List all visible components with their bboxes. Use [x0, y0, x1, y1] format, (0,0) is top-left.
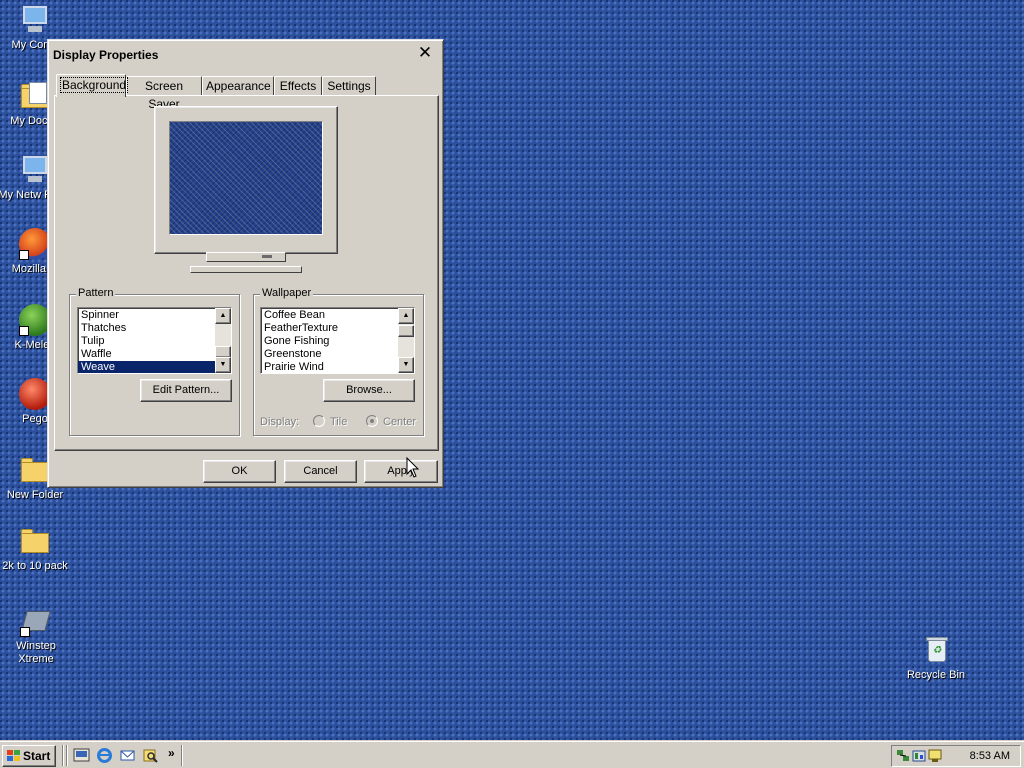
ok-button[interactable]: OK: [203, 460, 276, 483]
center-radio[interactable]: [366, 415, 378, 427]
list-item[interactable]: Gone Fishing: [261, 335, 414, 348]
tab-appearance[interactable]: Appearance: [202, 76, 274, 96]
taskbar: Start » 8:53 AM: [0, 740, 1024, 768]
browse-button[interactable]: Browse...: [323, 379, 415, 402]
taskbar-separator: [181, 745, 183, 766]
quick-launch-more-icon[interactable]: »: [168, 746, 175, 760]
tile-option-label: Tile: [330, 416, 348, 428]
desktop-icon-label: Winstep Xtreme: [16, 640, 56, 665]
shortcut-arrow-icon: ↗: [19, 326, 29, 336]
taskbar-separator: [62, 745, 64, 766]
list-item[interactable]: Tulip: [78, 335, 231, 348]
list-item[interactable]: FeatherTexture: [261, 322, 414, 335]
list-item[interactable]: Greenstone: [261, 348, 414, 361]
scroll-thumb[interactable]: [398, 325, 414, 337]
network-tray-icon[interactable]: [896, 749, 910, 763]
center-option-label: Center: [383, 416, 417, 428]
taskbar-separator: [66, 745, 68, 766]
list-item[interactable]: Spinner: [78, 309, 231, 322]
tab-label: Background: [60, 77, 129, 93]
start-button[interactable]: Start: [2, 745, 56, 767]
scroll-down-icon[interactable]: ▼: [215, 357, 231, 373]
monitor-led: [262, 255, 272, 258]
close-icon[interactable]: ✕: [415, 43, 435, 63]
desktop-icon-label: New Folder: [6, 489, 64, 501]
wallpaper-scrollbar[interactable]: ▲ ▼: [398, 308, 414, 373]
windows-logo-icon: [7, 750, 20, 762]
search-icon[interactable]: [142, 747, 159, 764]
title-bar[interactable]: Display Properties ✕: [50, 42, 441, 66]
scroll-up-icon[interactable]: ▲: [398, 308, 414, 324]
volume-tray-icon[interactable]: [912, 749, 926, 763]
tab-screen-saver[interactable]: Screen Saver: [126, 76, 202, 111]
pattern-group-label: Pattern: [76, 287, 116, 299]
shortcut-arrow-icon: ↗: [19, 250, 29, 260]
mouse-cursor-icon: [406, 457, 420, 478]
desktop-icon-winstep-xtreme[interactable]: ↗ Winstep Xtreme: [0, 605, 73, 666]
list-item[interactable]: Thatches: [78, 322, 231, 335]
start-label: Start: [23, 749, 51, 763]
scroll-up-icon[interactable]: ▲: [215, 308, 231, 324]
list-item[interactable]: Prairie Wind: [261, 361, 414, 373]
monitor-base: [190, 266, 302, 273]
system-tray: 8:53 AM: [891, 745, 1021, 767]
tab-background[interactable]: Background: [56, 74, 129, 97]
winstep-icon: ↗: [20, 605, 52, 637]
recycle-bin-icon: ♻: [920, 634, 952, 666]
pattern-list[interactable]: Spinner Thatches Tulip Waffle Weave ▲ ▼: [77, 307, 232, 374]
desktop-icon-label: Recycle Bin: [906, 669, 966, 681]
list-item[interactable]: Coffee Bean: [261, 309, 414, 322]
tab-settings[interactable]: Settings: [322, 76, 376, 96]
computer-icon: [19, 4, 51, 36]
window-title: Display Properties: [53, 48, 159, 62]
desktop-icon-recycle-bin[interactable]: ♻ Recycle Bin: [899, 634, 973, 682]
list-item[interactable]: Waffle: [78, 348, 231, 361]
clock[interactable]: 8:53 AM: [970, 750, 1010, 762]
monitor-tray-icon[interactable]: [928, 749, 942, 763]
desktop-icon-2k-to-10-pack[interactable]: 2k to 10 pack: [0, 525, 77, 573]
monitor-preview: [154, 106, 338, 254]
display-label: Display:: [260, 416, 300, 428]
pattern-scrollbar[interactable]: ▲ ▼: [215, 308, 231, 373]
monitor-stand: [206, 252, 286, 262]
wallpaper-group-label: Wallpaper: [260, 287, 314, 299]
desktop-icon-label: 2k to 10 pack: [2, 560, 68, 572]
cancel-button[interactable]: Cancel: [284, 460, 357, 483]
list-item-selected[interactable]: Weave: [78, 361, 215, 373]
outlook-express-icon[interactable]: [119, 747, 136, 764]
apply-button[interactable]: Apply: [364, 460, 438, 483]
wallpaper-list[interactable]: Coffee Bean FeatherTexture Gone Fishing …: [260, 307, 415, 374]
shortcut-arrow-icon: ↗: [20, 627, 30, 637]
internet-explorer-icon[interactable]: [96, 747, 113, 764]
display-properties-window: Display Properties ✕ Background Screen S…: [47, 39, 444, 488]
show-desktop-icon[interactable]: [73, 747, 90, 764]
scroll-down-icon[interactable]: ▼: [398, 357, 414, 373]
tab-effects[interactable]: Effects: [274, 76, 322, 96]
tile-radio[interactable]: [313, 415, 325, 427]
preview-screen: [169, 121, 323, 235]
folder-icon: [19, 525, 51, 557]
edit-pattern-button[interactable]: Edit Pattern...: [140, 379, 232, 402]
